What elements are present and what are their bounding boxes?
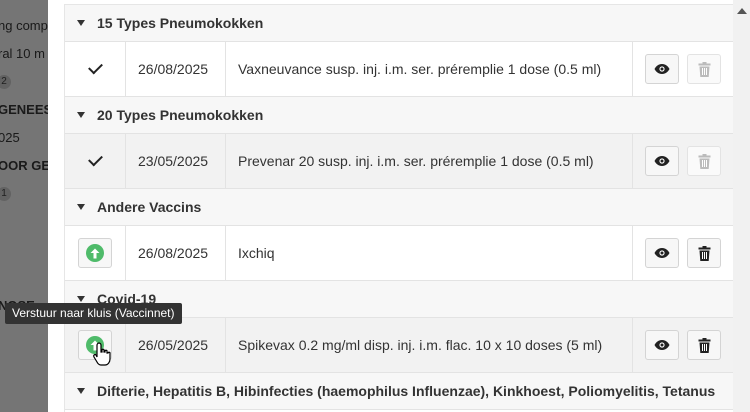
status-cell (65, 134, 126, 188)
group-header[interactable]: 15 Types Pneumokokken (65, 5, 733, 42)
checkmark-icon (87, 59, 103, 75)
group-title: Andere Vaccins (97, 199, 202, 215)
view-button[interactable] (645, 238, 679, 268)
product-cell: Spikevax 0.2 mg/ml disp. inj. i.m. flac.… (226, 318, 633, 372)
vaccination-list: 15 Types Pneumokokken 26/08/2025 Vaxneuvan… (64, 4, 733, 412)
vaccination-modal: 15 Types Pneumokokken 26/08/2025 Vaxneuvan… (48, 0, 750, 412)
scrollbar[interactable] (733, 0, 750, 412)
scroll-up-arrow-icon[interactable] (737, 8, 747, 14)
group-title: 15 Types Pneumokokken (97, 15, 264, 31)
status-cell (65, 226, 126, 280)
view-button[interactable] (645, 146, 679, 176)
arrow-up-circle-icon (86, 244, 104, 262)
group-header[interactable]: 20 Types Pneumokokken (65, 97, 733, 134)
trash-icon (698, 337, 711, 353)
vaccination-row: 26/08/2025 Ixchiq (65, 226, 733, 281)
view-button[interactable] (645, 54, 679, 84)
upload-to-vault-button[interactable] (78, 238, 112, 268)
eye-icon (654, 339, 670, 351)
actions-cell (633, 226, 733, 280)
delete-button (687, 146, 721, 176)
date-cell: 26/08/2025 (126, 42, 226, 96)
group-title: 20 Types Pneumokokken (97, 107, 264, 123)
trash-icon (698, 61, 711, 77)
date-cell: 23/05/2025 (126, 134, 226, 188)
group-title: Difterie, Hepatitis B, Hibinfecties (hae… (97, 383, 716, 399)
eye-icon (654, 63, 670, 75)
actions-cell (633, 42, 733, 96)
vaccination-row: 26/08/2025 Vaxneuvance susp. inj. i.m. se… (65, 42, 733, 97)
actions-cell (633, 134, 733, 188)
eye-icon (654, 155, 670, 167)
eye-icon (654, 247, 670, 259)
view-button[interactable] (645, 330, 679, 360)
product-cell: Prevenar 20 susp. inj. i.m. ser. préremp… (226, 134, 633, 188)
date-cell: 26/05/2025 (126, 318, 226, 372)
vaccination-row: 23/05/2025 Prevenar 20 susp. inj. i.m. se… (65, 134, 733, 189)
trash-icon (698, 153, 711, 169)
status-cell (65, 42, 126, 96)
hand-cursor-icon (93, 342, 111, 366)
caret-down-icon (77, 112, 85, 118)
vaccination-row: 26/05/2025 Spikevax 0.2 mg/ml disp. inj. … (65, 318, 733, 373)
caret-down-icon (77, 388, 85, 394)
product-cell: Vaxneuvance susp. inj. i.m. ser. préremp… (226, 42, 633, 96)
caret-down-icon (77, 296, 85, 302)
group-header[interactable]: Difterie, Hepatitis B, Hibinfecties (hae… (65, 373, 733, 410)
actions-cell (633, 318, 733, 372)
caret-down-icon (77, 20, 85, 26)
checkmark-icon (87, 151, 103, 167)
delete-button (687, 54, 721, 84)
group-header[interactable]: Andere Vaccins (65, 189, 733, 226)
delete-button[interactable] (687, 330, 721, 360)
caret-down-icon (77, 204, 85, 210)
product-cell: Ixchiq (226, 226, 633, 280)
upload-tooltip: Verstuur naar kluis (Vaccinnet) (5, 303, 182, 324)
date-cell: 26/08/2025 (126, 226, 226, 280)
delete-button[interactable] (687, 238, 721, 268)
trash-icon (698, 245, 711, 261)
